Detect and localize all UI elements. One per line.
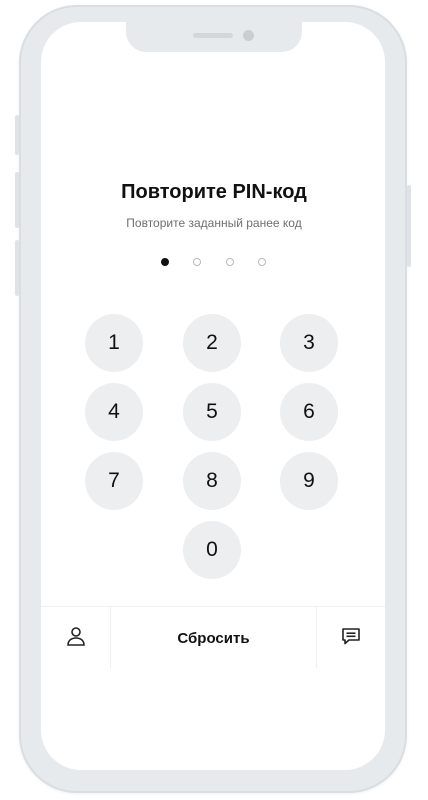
- keypad-key-9[interactable]: 9: [280, 452, 338, 510]
- keypad-key-6[interactable]: 6: [280, 383, 338, 441]
- keypad-key-8[interactable]: 8: [183, 452, 241, 510]
- profile-button[interactable]: [42, 607, 110, 669]
- front-camera: [243, 30, 254, 41]
- reset-button[interactable]: Сбросить: [111, 607, 316, 669]
- pin-indicator: [0, 258, 428, 270]
- device-mockup: Повторите PIN-код Повторите заданный ран…: [0, 0, 428, 800]
- keypad-key-1[interactable]: 1: [85, 314, 143, 372]
- page-subtitle: Повторите заданный ранее код: [126, 216, 302, 230]
- phone-side-button: [15, 115, 19, 155]
- pin-dot: [258, 258, 266, 266]
- page-title: Повторите PIN-код: [121, 181, 307, 203]
- keypad-key-2[interactable]: 2: [183, 314, 241, 372]
- pin-dot: [193, 258, 201, 266]
- keypad-key-4[interactable]: 4: [85, 383, 143, 441]
- keypad-key-5[interactable]: 5: [183, 383, 241, 441]
- keypad-key-7[interactable]: 7: [85, 452, 143, 510]
- chat-icon: [340, 625, 362, 652]
- user-icon: [65, 625, 87, 652]
- speaker-grille: [193, 33, 233, 38]
- keypad-key-3[interactable]: 3: [280, 314, 338, 372]
- pin-dot: [226, 258, 234, 266]
- keypad-key-0[interactable]: 0: [183, 521, 241, 579]
- chat-button[interactable]: [317, 607, 385, 669]
- pin-dot: [161, 258, 169, 266]
